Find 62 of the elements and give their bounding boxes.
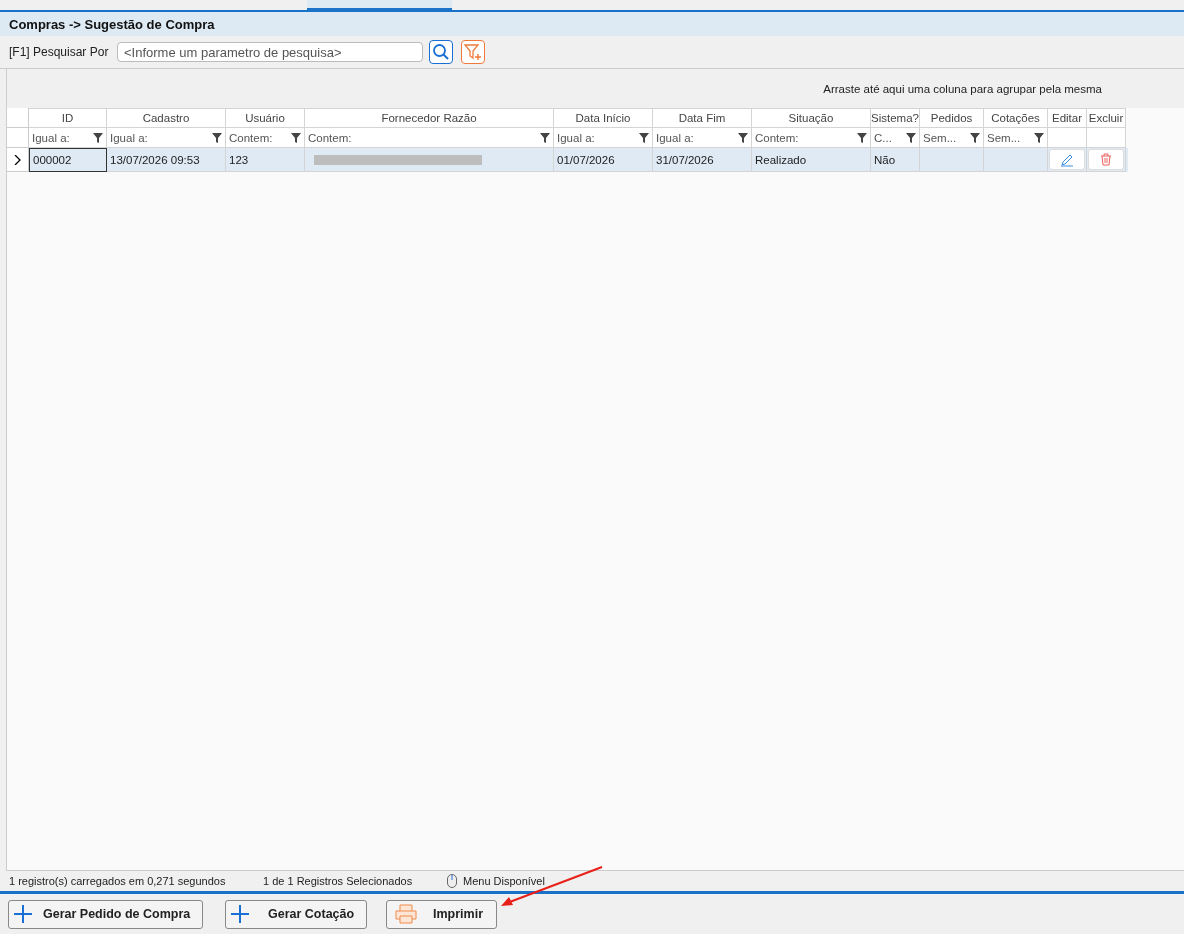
search-icon	[432, 43, 450, 61]
column-header[interactable]: Sistema?	[871, 108, 920, 128]
pencil-icon	[1060, 152, 1074, 167]
status-text: Menu Disponível	[463, 875, 545, 887]
filter-icon[interactable]	[738, 132, 748, 143]
table-cell: 000002	[29, 148, 107, 172]
filter-add-icon	[463, 43, 483, 61]
table-cell: 31/07/2026	[653, 148, 752, 172]
filter-add-button[interactable]	[461, 40, 485, 64]
group-hint: Arraste até aqui uma coluna para agrupar pela mesma	[823, 82, 1102, 95]
table-cell: Não	[871, 148, 920, 172]
filter-operator[interactable]: Sem...	[987, 131, 1021, 144]
table-cell: 123	[226, 148, 305, 172]
column-header[interactable]: Pedidos	[920, 108, 984, 128]
tab[interactable]	[307, 0, 452, 10]
column-header[interactable]: Usuário	[226, 108, 305, 128]
filter-operator[interactable]: Contem:	[229, 131, 273, 144]
table-cell: 01/07/2026	[554, 148, 653, 172]
column-header[interactable]: Situação	[752, 108, 871, 128]
filter-operator[interactable]: Sem...	[923, 131, 957, 144]
filter-icon[interactable]	[857, 132, 867, 143]
filter-icon[interactable]	[212, 132, 222, 143]
filter-icon[interactable]	[639, 132, 649, 143]
breadcrumb-title: Compras -> Sugestão de Compra	[9, 16, 215, 32]
column-header[interactable]: Excluir	[1087, 108, 1126, 128]
add-button[interactable]: Gerar Cotação	[225, 899, 367, 929]
filter-operator[interactable]: Contem:	[755, 131, 799, 144]
filter-icon[interactable]	[1034, 132, 1044, 143]
status-text: 1 de 1 Registros Selecionados	[263, 875, 414, 887]
column-header[interactable]: Fornecedor Razão	[305, 108, 554, 128]
filter-operator[interactable]: Contem:	[308, 131, 352, 144]
column-header[interactable]: Data Início	[554, 108, 653, 128]
search-label: [F1] Pesquisar Por	[9, 45, 110, 59]
table-cell: Realizado	[752, 148, 871, 172]
add-button[interactable]: Gerar Pedido de Compra	[8, 899, 203, 929]
filter-icon[interactable]	[970, 132, 980, 143]
column-header[interactable]: Cadastro	[107, 108, 226, 128]
filter-icon[interactable]	[540, 132, 550, 143]
trash-icon	[1100, 153, 1112, 166]
filter-operator[interactable]: Igual a:	[32, 131, 70, 144]
column-header[interactable]: Editar	[1048, 108, 1087, 128]
plus-icon	[230, 904, 250, 924]
filter-operator[interactable]: Igual a:	[557, 131, 595, 144]
column-header[interactable]: ID	[29, 108, 107, 128]
status-text: 1 registro(s) carregados em 0,271 segundos	[9, 875, 227, 887]
mouse-icon	[447, 874, 457, 888]
row-indicator-icon	[13, 154, 22, 165]
row-header-cell[interactable]	[7, 148, 29, 172]
filter-operator[interactable]: C...	[874, 131, 892, 144]
filter-icon[interactable]	[906, 132, 916, 143]
search-button[interactable]	[429, 40, 453, 64]
column-header[interactable]: Cotações	[984, 108, 1048, 128]
filter-icon[interactable]	[291, 132, 301, 143]
filter-icon[interactable]	[93, 132, 103, 143]
table-cell: 13/07/2026 09:53	[107, 148, 226, 172]
filter-operator[interactable]: Igual a:	[110, 131, 148, 144]
search-field[interactable]: <Informe um parametro de pesquisa>	[117, 42, 423, 62]
print-button[interactable]: Imprimir	[386, 899, 497, 929]
plus-icon	[13, 904, 33, 924]
column-header[interactable]: Data Fim	[653, 108, 752, 128]
filter-operator[interactable]: Igual a:	[656, 131, 694, 144]
printer-icon	[395, 904, 417, 924]
